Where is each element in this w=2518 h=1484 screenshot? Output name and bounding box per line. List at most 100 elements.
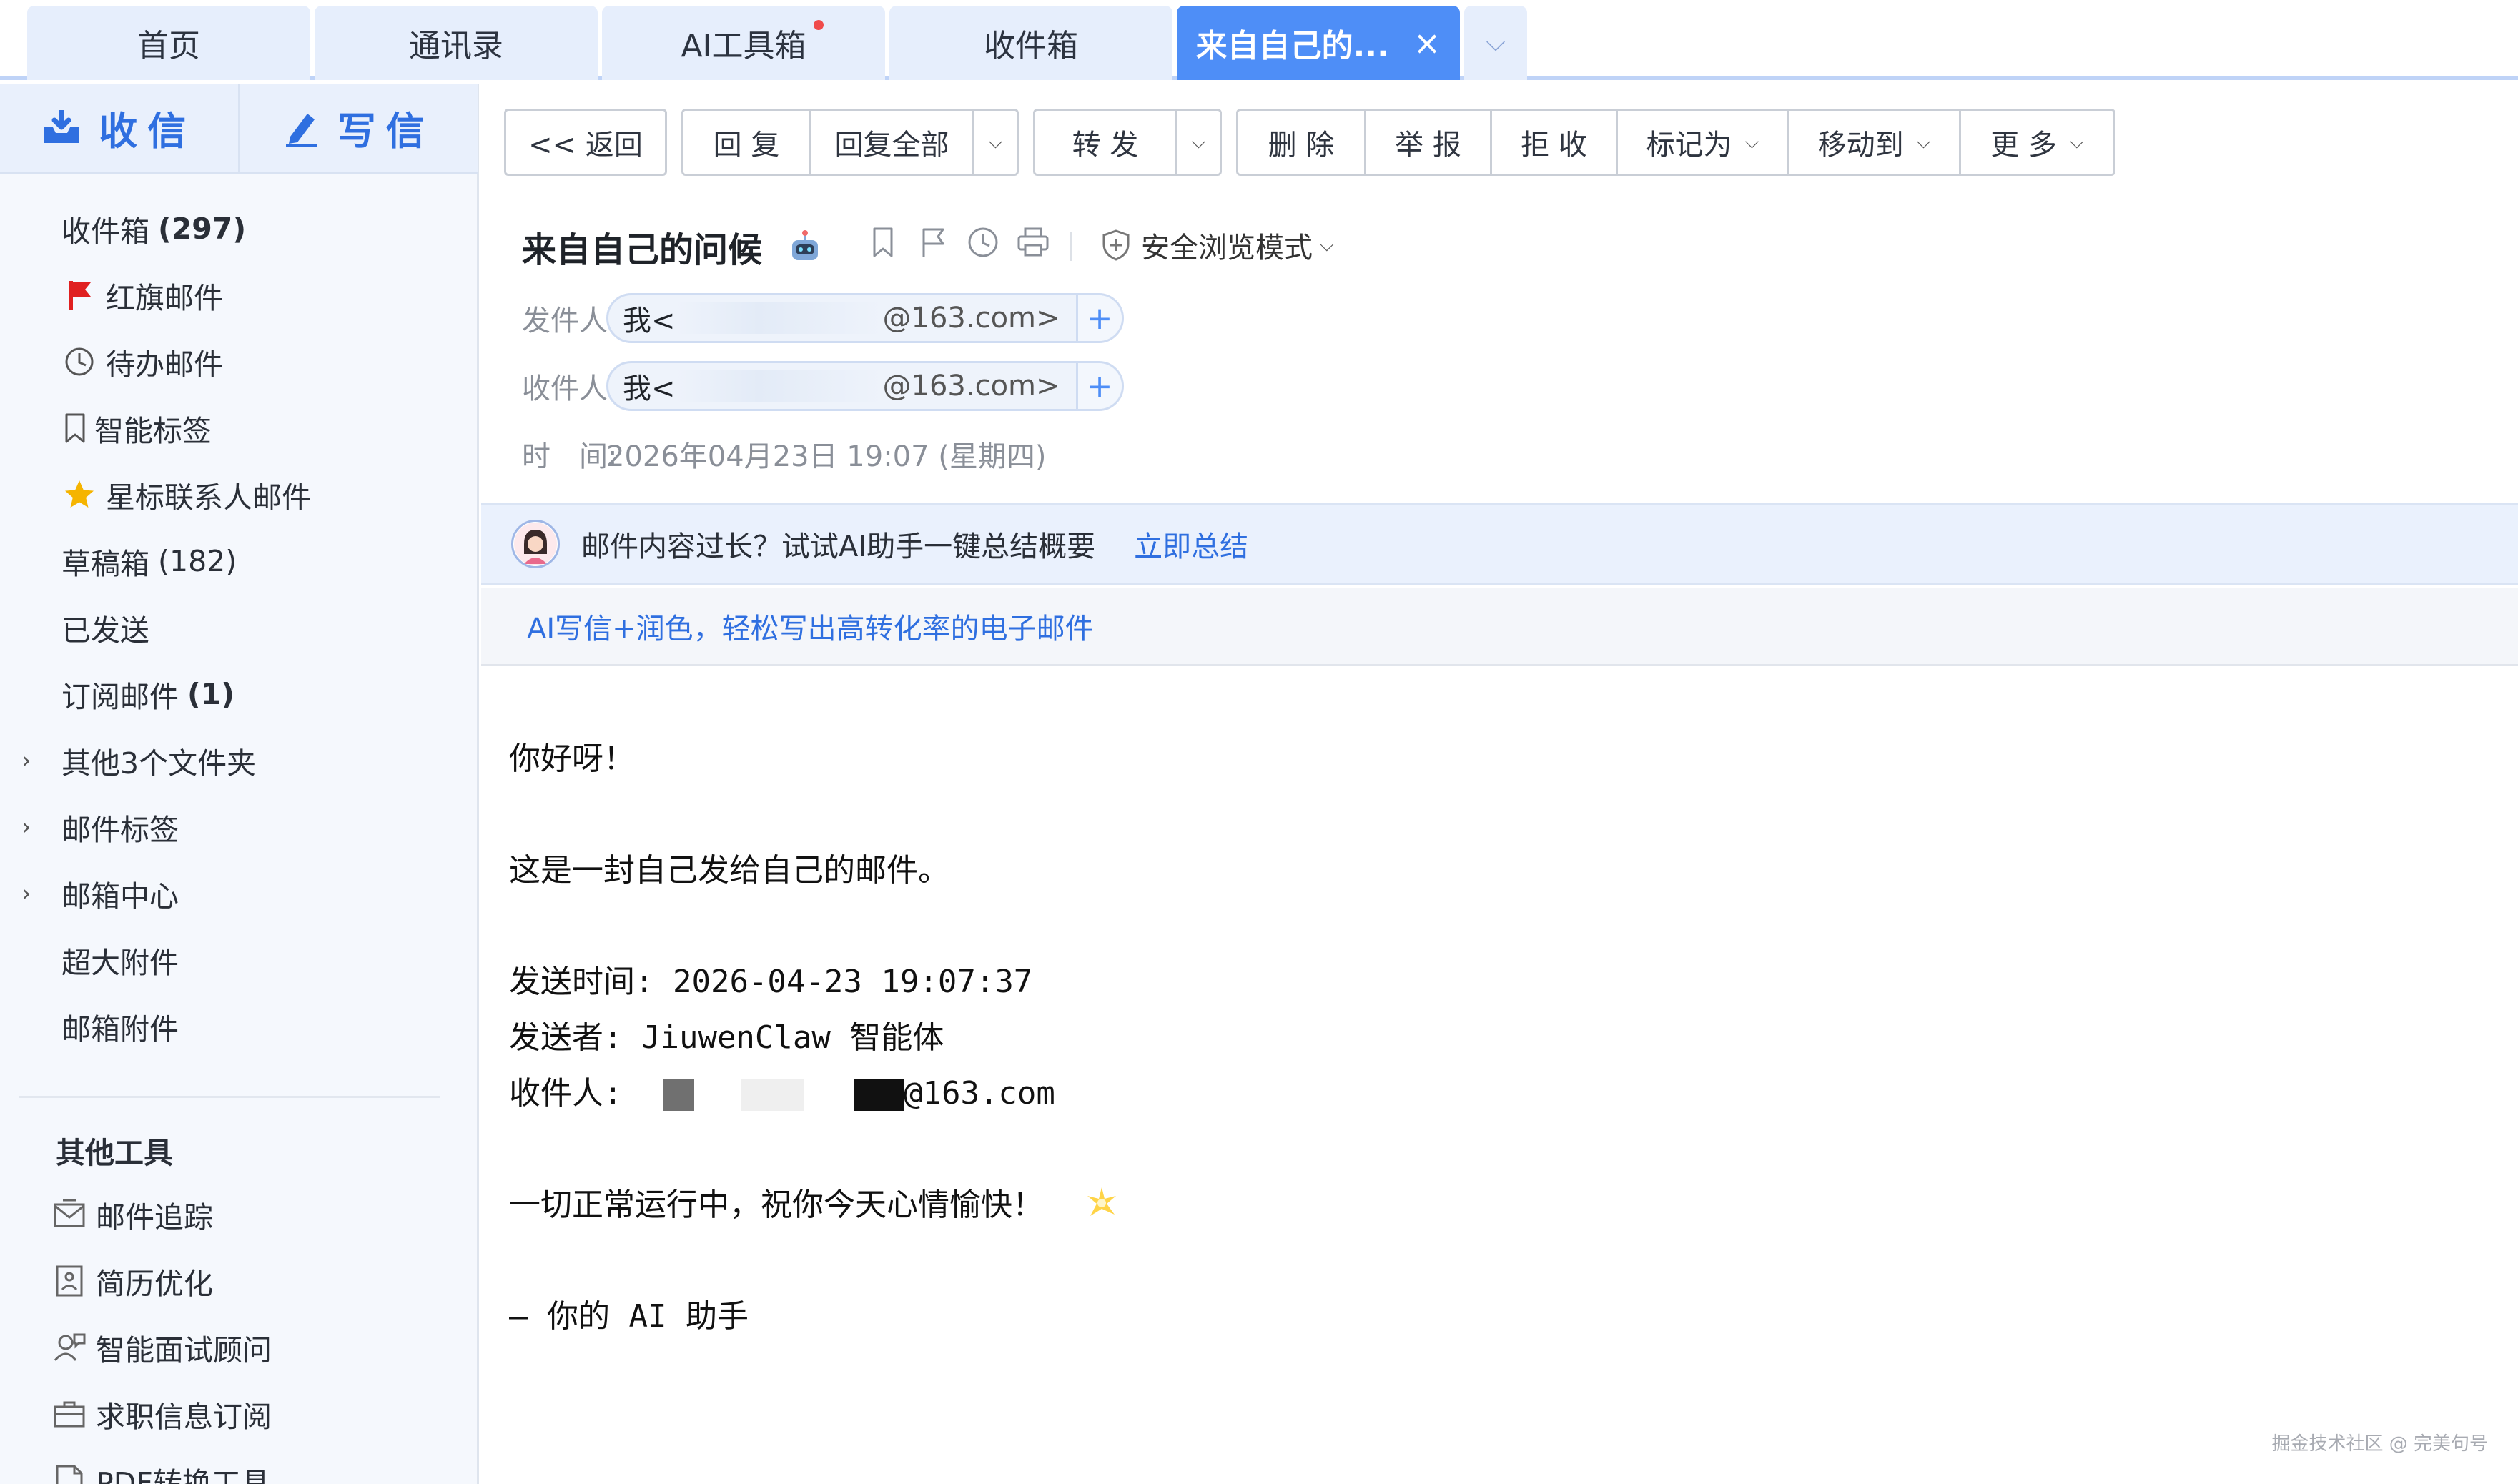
briefcase-icon bbox=[51, 1400, 87, 1428]
tab-label: AI工具箱 bbox=[681, 28, 806, 64]
sidebar-item-smart-tags[interactable]: 智能标签 bbox=[0, 396, 478, 460]
unread-count: (297) bbox=[158, 212, 247, 246]
reject-button[interactable]: 拒 收 bbox=[1490, 111, 1616, 174]
body-line: 这是一封自己发给自己的邮件。 bbox=[509, 852, 949, 889]
sidebar-item-label: 红旗邮件 bbox=[106, 281, 223, 315]
tab-label: 收件箱 bbox=[984, 28, 1078, 64]
tab-label: 通讯录 bbox=[409, 28, 503, 64]
robot-emoji-icon bbox=[787, 230, 823, 274]
more-label: 更 多 bbox=[1990, 129, 2057, 162]
add-contact-button[interactable]: + bbox=[1075, 363, 1122, 409]
ai-writing-link[interactable]: AI写信+润色，轻松写出高转化率的电子邮件 bbox=[527, 605, 1094, 647]
ai-summary-prompt: 邮件内容过长？试试AI助手一键总结概要 bbox=[581, 530, 1096, 563]
sender-chip[interactable]: 我< @163.com> + bbox=[606, 293, 1124, 343]
sidebar-item-label: 超大附件 bbox=[61, 946, 179, 980]
sidebar-tool-mail-tracking[interactable]: 邮件追踪 bbox=[0, 1182, 478, 1247]
sparkle-emoji-icon bbox=[1085, 1186, 1119, 1228]
mark-as-button[interactable]: 标记为 ⌵ bbox=[1616, 111, 1787, 174]
redacted-block bbox=[662, 1079, 694, 1111]
sidebar-item-mail-center[interactable]: › 邮箱中心 bbox=[0, 861, 478, 926]
sidebar-item-subscriptions[interactable]: 订阅邮件 (1) bbox=[0, 662, 478, 726]
chevron-right-icon[interactable]: › bbox=[21, 746, 31, 775]
chevron-right-icon[interactable]: › bbox=[21, 879, 31, 908]
back-button[interactable]: << 返回 bbox=[504, 109, 667, 176]
sidebar-item-other-folders[interactable]: › 其他3个文件夹 bbox=[0, 728, 478, 793]
sidebar-item-label: 邮箱附件 bbox=[61, 1012, 179, 1047]
tab-bar: 首页 通讯录 AI工具箱 收件箱 来自自己的... × ⌵ bbox=[0, 0, 2518, 80]
interview-advisor-icon bbox=[51, 1332, 87, 1363]
tab-inbox[interactable]: 收件箱 bbox=[889, 6, 1172, 80]
sidebar-item-label: PDF转换工具 bbox=[96, 1466, 270, 1484]
tab-contacts[interactable]: 通讯录 bbox=[315, 6, 598, 80]
recipient-label: 收件人: bbox=[509, 1075, 641, 1112]
forward-button[interactable]: 转 发 bbox=[1035, 111, 1175, 174]
recipient-domain: @163.com bbox=[903, 1075, 1055, 1112]
sidebar-item-label: 简历优化 bbox=[96, 1267, 213, 1301]
mark-as-label: 标记为 bbox=[1646, 129, 1732, 162]
chevron-down-icon: ⌵ bbox=[1916, 131, 1931, 153]
sidebar-item-flagged[interactable]: 红旗邮件 bbox=[0, 263, 478, 327]
print-icon[interactable] bbox=[1008, 227, 1058, 258]
compose-button[interactable]: 写信 bbox=[237, 84, 478, 172]
move-to-button[interactable]: 移动到 ⌵ bbox=[1787, 111, 1959, 174]
sidebar-item-todo[interactable]: 待办邮件 bbox=[0, 330, 478, 394]
sidebar-item-mail-tags[interactable]: › 邮件标签 bbox=[0, 795, 478, 859]
sidebar-tool-job-subscription[interactable]: 求职信息订阅 bbox=[0, 1382, 478, 1446]
summarize-now-link[interactable]: 立即总结 bbox=[1134, 523, 1248, 565]
ai-writing-banner: AI写信+润色，轻松写出高转化率的电子邮件 bbox=[481, 588, 2518, 666]
report-button[interactable]: 举 报 bbox=[1364, 111, 1490, 174]
action-group: 删 除 举 报 拒 收 标记为 ⌵ 移动到 ⌵ 更 多 ⌵ bbox=[1236, 109, 2115, 176]
recipient-name: 我< bbox=[623, 372, 676, 405]
sidebar-item-label: 智能标签 bbox=[94, 414, 212, 448]
compose-row: 收信 写信 bbox=[0, 84, 478, 174]
tab-home[interactable]: 首页 bbox=[27, 6, 310, 80]
sidebar-item-large-attachments[interactable]: 超大附件 bbox=[0, 928, 478, 992]
notification-dot bbox=[814, 20, 824, 30]
bookmark-icon[interactable] bbox=[858, 227, 908, 258]
draft-count: (182) bbox=[158, 544, 237, 578]
forward-group: 转 发 ⌵ bbox=[1033, 109, 1222, 176]
reply-dropdown-button[interactable]: ⌵ bbox=[972, 111, 1017, 174]
sidebar-tool-resume[interactable]: 简历优化 bbox=[0, 1249, 478, 1313]
inbox-download-icon bbox=[44, 109, 79, 143]
resume-icon bbox=[51, 1265, 87, 1297]
sidebar-item-drafts[interactable]: 草稿箱 (182) bbox=[0, 529, 478, 593]
chevron-right-icon[interactable]: › bbox=[21, 813, 31, 841]
subject-text: 来自自己的问候 bbox=[522, 230, 763, 270]
sidebar-tool-pdf[interactable]: PDF转换工具 bbox=[0, 1448, 478, 1484]
redacted-address bbox=[675, 370, 883, 402]
sidebar-item-star-contacts[interactable]: 星标联系人邮件 bbox=[0, 462, 478, 527]
clock-icon bbox=[61, 346, 97, 377]
sidebar-item-inbox[interactable]: 收件箱 (297) bbox=[0, 197, 478, 261]
forward-dropdown-button[interactable]: ⌵ bbox=[1175, 111, 1220, 174]
add-contact-button[interactable]: + bbox=[1075, 295, 1122, 341]
compose-label: 写信 bbox=[337, 109, 435, 154]
sidebar-item-label: 待办邮件 bbox=[106, 347, 223, 382]
tab-overflow-button[interactable]: ⌵ bbox=[1464, 6, 1527, 80]
body-send-time: 发送时间: 2026-04-23 19:07:37 bbox=[509, 964, 1033, 1000]
watermark: 掘金技术社区 @ 完美句号 bbox=[2271, 1433, 2488, 1455]
tab-current-mail[interactable]: 来自自己的... × bbox=[1177, 6, 1460, 80]
toolbar-separator bbox=[1070, 232, 1072, 261]
close-icon[interactable]: × bbox=[1413, 24, 1441, 62]
sidebar-item-attachments[interactable]: 邮箱附件 bbox=[0, 994, 478, 1059]
unread-count: (1) bbox=[187, 677, 235, 711]
delete-button[interactable]: 删 除 bbox=[1238, 111, 1364, 174]
sidebar-item-label: 草稿箱 bbox=[61, 547, 149, 581]
tab-ai-toolbox[interactable]: AI工具箱 bbox=[602, 6, 885, 80]
clock-icon[interactable] bbox=[958, 226, 1008, 259]
sidebar-item-sent[interactable]: 已发送 bbox=[0, 595, 478, 660]
pdf-icon bbox=[51, 1464, 87, 1484]
subject-actions bbox=[858, 226, 1058, 259]
recipient-chip[interactable]: 我< @163.com> + bbox=[606, 361, 1124, 411]
reply-all-button[interactable]: 回复全部 bbox=[809, 111, 972, 174]
receive-button[interactable]: 收信 bbox=[0, 84, 238, 172]
reply-button[interactable]: 回 复 bbox=[683, 111, 809, 174]
mail-subject: 来自自己的问候 bbox=[522, 222, 823, 274]
flag-icon[interactable] bbox=[908, 227, 958, 258]
sidebar-tool-interview[interactable]: 智能面试顾问 bbox=[0, 1315, 478, 1380]
sidebar-item-label: 其他3个文件夹 bbox=[61, 746, 257, 781]
ai-summary-banner: 邮件内容过长？试试AI助手一键总结概要 立即总结 bbox=[481, 503, 2518, 585]
safe-browsing-dropdown[interactable]: 安全浏览模式 ⌵ bbox=[1101, 224, 1334, 266]
more-button[interactable]: 更 多 ⌵ bbox=[1959, 111, 2113, 174]
